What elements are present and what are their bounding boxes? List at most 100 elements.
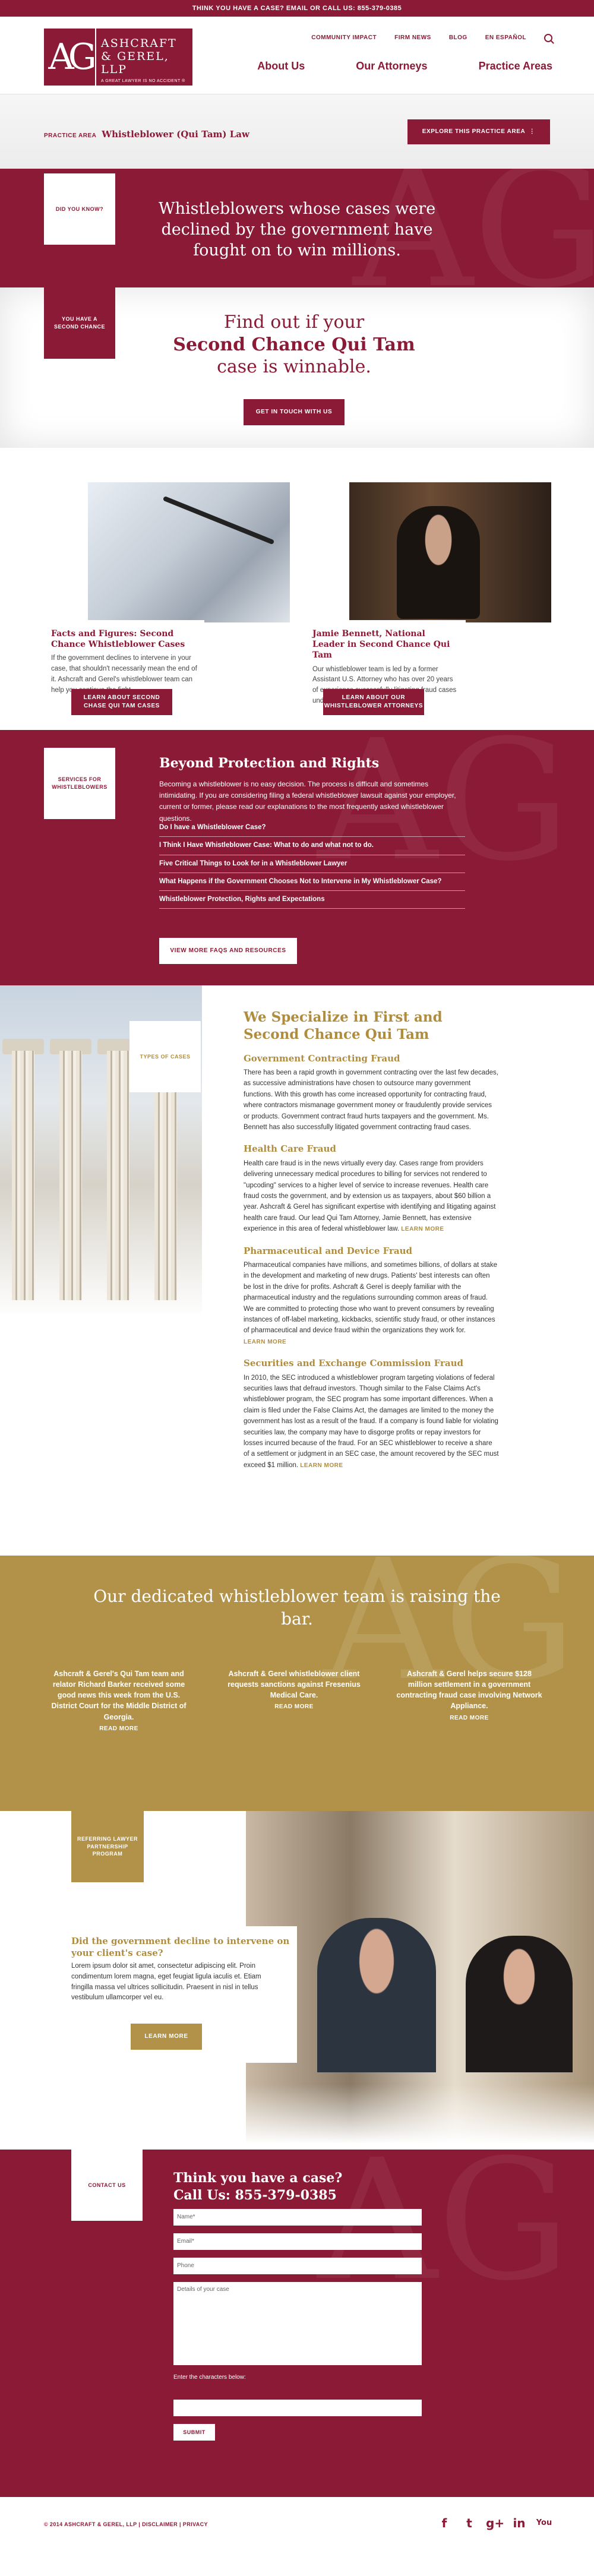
read-more-link[interactable]: READ MORE (45, 1725, 193, 1734)
logo-name-line2: & GEREL, LLP (101, 50, 169, 76)
util-nav-firm-news[interactable]: FIRM NEWS (394, 33, 431, 42)
main-nav-our-attorneys[interactable]: Our Attorneys (356, 58, 427, 74)
email-field[interactable]: Email* (173, 2233, 422, 2250)
main-nav-practice-areas[interactable]: Practice Areas (479, 58, 552, 74)
news-item: Ashcraft & Gerel helps secure $128 milli… (395, 1668, 544, 1722)
explore-practice-area-button[interactable]: EXPLORE THIS PRACTICE AREA ⋮ (407, 119, 550, 144)
news-item: Ashcraft & Gerel's Qui Tam team and rela… (45, 1668, 193, 1733)
learn-more-link[interactable]: LEARN MORE (300, 1462, 343, 1469)
search-icon[interactable] (544, 33, 552, 42)
learn-attorneys-button[interactable]: LEARN ABOUT OUR WHISTLEBLOWER ATTORNEYS (323, 689, 424, 715)
site-logo[interactable]: AG ASHCRAFT & GEREL, LLP A GREAT LAWYER … (44, 29, 192, 88)
util-nav-community-impact[interactable]: COMMUNITY IMPACT (311, 33, 377, 42)
services-title: Beyond Protection and Rights (159, 756, 380, 771)
practice-area-heading: PRACTICE AREA Whistleblower (Qui Tam) La… (44, 128, 249, 141)
twitter-icon[interactable]: t (461, 2515, 478, 2531)
case-type-heading: Health Care Fraud (244, 1143, 336, 1155)
referring-program-tag: REFERRING LAWYER PARTNERSHIP PROGRAM (71, 1811, 144, 1882)
case-type-heading: Government Contracting Fraud (244, 1052, 400, 1064)
youtube-icon[interactable]: You (536, 2515, 552, 2531)
referring-learn-more-button[interactable]: LEARN MORE (131, 2024, 202, 2050)
top-contact-bar[interactable]: THINK YOU HAVE A CASE? EMAIL OR CALL US:… (0, 0, 594, 17)
name-field[interactable]: Name* (173, 2209, 422, 2226)
referring-text: Lorem ipsum dolor sit amet, consectetur … (71, 1962, 261, 2002)
case-type-heading: Securities and Exchange Commission Fraud (244, 1358, 463, 1369)
faq-link[interactable]: Do I have a Whistleblower Case? (159, 819, 465, 837)
learn-more-link[interactable]: LEARN MORE (244, 1339, 286, 1345)
news-text: Ashcraft & Gerel whistleblower client re… (228, 1670, 361, 1700)
documents-pen-image (88, 482, 290, 622)
attorney-portrait-image (349, 482, 551, 622)
case-type-text: In 2010, the SEC introduced a whistleblo… (244, 1374, 499, 1469)
main-nav-about-us[interactable]: About Us (257, 58, 305, 74)
logo-name-line1: ASHCRAFT (101, 37, 177, 50)
second-chance-line3: case is winnable. (217, 356, 371, 377)
logo-monogram: AG (44, 29, 97, 86)
case-type-text: Health care fraud is in the news virtual… (244, 1159, 496, 1233)
types-of-cases-content: We Specialize in First and Second Chance… (244, 1009, 499, 1480)
site-header: AG ASHCRAFT & GEREL, LLP A GREAT LAWYER … (0, 17, 594, 94)
practice-area-bar: PRACTICE AREA Whistleblower (Qui Tam) La… (0, 94, 594, 169)
faq-link[interactable]: I Think I Have Whistleblower Case: What … (159, 837, 465, 855)
read-more-link[interactable]: READ MORE (220, 1703, 368, 1712)
news-item: Ashcraft & Gerel whistleblower client re… (220, 1668, 368, 1712)
site-footer: © 2014 ASHCRAFT & GEREL, LLP | DISCLAIME… (0, 2497, 594, 2576)
captcha-input[interactable] (173, 2400, 422, 2416)
linkedin-icon[interactable]: in (511, 2515, 527, 2531)
logo-wordmark: ASHCRAFT & GEREL, LLP A GREAT LAWYER IS … (95, 29, 192, 86)
util-nav-blog[interactable]: BLOG (449, 33, 467, 42)
captcha-label: Enter the characters below: (173, 2374, 246, 2381)
faq-link[interactable]: Five Critical Things to Look for in a Wh… (159, 855, 465, 873)
practice-area-label: PRACTICE AREA (44, 132, 96, 139)
get-in-touch-button[interactable]: GET IN TOUCH WITH US (244, 399, 345, 425)
case-type-heading: Pharmaceutical and Device Fraud (244, 1245, 412, 1256)
footer-copyright[interactable]: © 2014 ASHCRAFT & GEREL, LLP | DISCLAIME… (44, 2521, 208, 2529)
main-nav: About Us Our Attorneys Practice Areas (257, 58, 552, 74)
types-of-cases-tag: TYPES OF CASES (129, 1021, 201, 1092)
referring-card: Did the government decline to intervene … (71, 1926, 297, 2063)
did-you-know-text: Whistleblowers whose cases were declined… (158, 200, 436, 260)
contact-form: Name* Email* Phone Details of your case … (173, 2209, 422, 2441)
types-of-cases-section: TYPES OF CASES We Specialize in First an… (0, 985, 594, 1556)
faq-link[interactable]: Whistleblower Protection, Rights and Exp… (159, 891, 465, 909)
news-text: Ashcraft & Gerel's Qui Tam team and rela… (51, 1670, 187, 1721)
case-type-text: Pharmaceutical companies have millions, … (244, 1262, 497, 1335)
contact-title-line1: Think you have a case? (173, 2170, 343, 2186)
faq-link[interactable]: What Happens if the Government Chooses N… (159, 873, 465, 891)
submit-button[interactable]: SUBMIT (173, 2424, 215, 2441)
did-you-know-section: AG DID YOU KNOW? Whistleblowers whose ca… (0, 169, 594, 287)
features-section: Facts and Figures: Second Chance Whistle… (0, 448, 594, 730)
services-tag: SERVICES FOR WHISTLEBLOWERS (44, 748, 115, 819)
services-faq-list: Do I have a Whistleblower Case? I Think … (159, 819, 465, 909)
contact-tag: CONTACT US (71, 2150, 143, 2221)
news-text: Ashcraft & Gerel helps secure $128 milli… (396, 1670, 542, 1711)
did-you-know-tag: DID YOU KNOW? (44, 173, 115, 245)
learn-second-chance-button[interactable]: LEARN ABOUT SECOND CHASE QUI TAM CASES (71, 689, 172, 715)
second-chance-line2: Second Chance Qui Tam (173, 334, 415, 355)
dedicated-team-section: AG Our dedicated whistleblower team is r… (0, 1556, 594, 1811)
services-section: AG SERVICES FOR WHISTLEBLOWERS Beyond Pr… (0, 730, 594, 985)
second-chance-section: YOU HAVE A SECOND CHANCE Find out if you… (0, 287, 594, 448)
case-details-textarea[interactable]: Details of your case (173, 2282, 422, 2365)
second-chance-line1: Find out if your (223, 312, 365, 333)
contact-title-line2: Call Us: 855-379-0385 (173, 2187, 337, 2203)
read-more-link[interactable]: READ MORE (395, 1714, 544, 1723)
util-nav-espanol[interactable]: EN ESPAÑOL (485, 33, 526, 42)
practice-area-title: Whistleblower (Qui Tam) Law (102, 129, 249, 140)
feature-card-title: Facts and Figures: Second Chance Whistle… (51, 629, 185, 650)
view-more-faqs-button[interactable]: VIEW MORE FAQS AND RESOURCES (159, 938, 297, 964)
phone-field[interactable]: Phone (173, 2258, 422, 2274)
second-chance-tag: YOU HAVE A SECOND CHANCE (44, 287, 115, 359)
contact-title: Think you have a case? Call Us: 855-379-… (173, 2170, 342, 2204)
explore-practice-area-label: EXPLORE THIS PRACTICE AREA (422, 128, 525, 135)
learn-more-link[interactable]: LEARN MORE (401, 1226, 444, 1232)
logo-tagline: A GREAT LAWYER IS NO ACCIDENT ® (101, 79, 185, 83)
image-fade (246, 2084, 594, 2144)
facebook-icon[interactable]: f (436, 2515, 453, 2531)
case-type-text: There has been a rapid growth in governm… (244, 1069, 498, 1131)
googleplus-icon[interactable]: g+ (486, 2515, 504, 2531)
contact-section: AG CONTACT US Think you have a case? Cal… (0, 2150, 594, 2497)
social-links: f t g+ in You (436, 2515, 552, 2531)
types-title: We Specialize in First and Second Chance… (244, 1009, 443, 1042)
second-chance-heading: Find out if your Second Chance Qui Tam c… (160, 311, 428, 378)
